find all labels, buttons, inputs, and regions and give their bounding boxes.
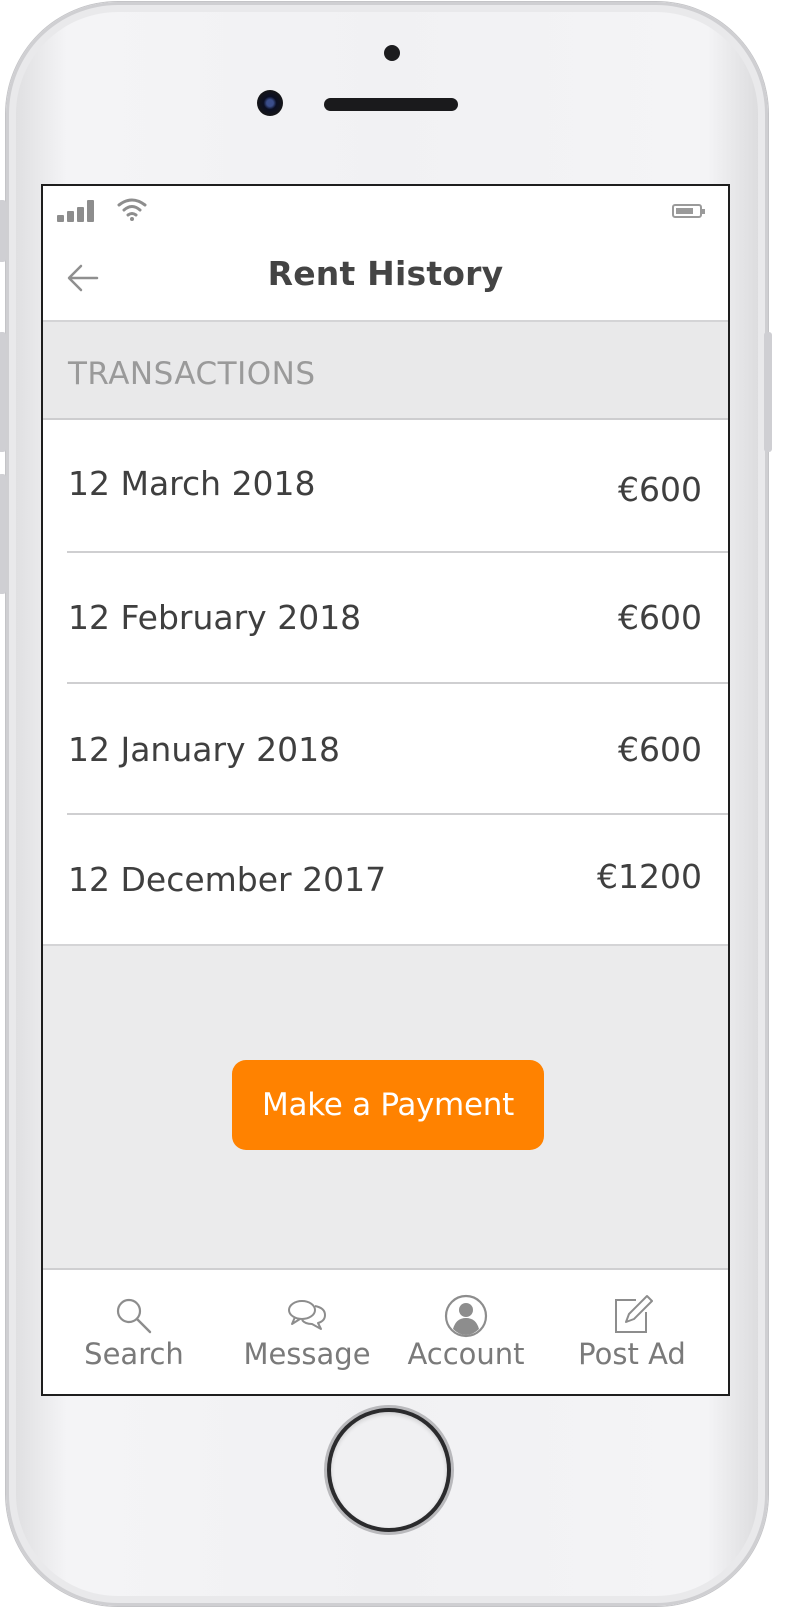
battery-level	[676, 208, 693, 214]
search-icon	[116, 1298, 152, 1334]
transaction-list: 12 March 2018 €600 12 February 2018 €600…	[43, 420, 728, 946]
power-button	[764, 332, 772, 452]
transaction-date: 12 December 2017	[68, 860, 387, 899]
nav-bar: Rent History	[43, 234, 728, 322]
transaction-amount: €600	[618, 730, 702, 769]
volume-up-button	[0, 332, 6, 452]
transaction-row[interactable]: 12 January 2018 €600	[43, 682, 728, 813]
signal-bars-icon	[57, 198, 101, 222]
transaction-date: 12 March 2018	[68, 464, 316, 503]
proximity-sensor	[384, 45, 400, 61]
tab-label: Post Ad	[578, 1337, 686, 1371]
user-avatar-icon	[444, 1294, 488, 1338]
tab-label: Account	[407, 1337, 525, 1371]
transaction-date: 12 February 2018	[68, 598, 362, 637]
mute-switch	[0, 200, 6, 262]
status-bar	[43, 186, 728, 234]
section-title: TRANSACTIONS	[68, 356, 316, 392]
transaction-row[interactable]: 12 March 2018 €600	[43, 420, 728, 551]
home-button[interactable]	[331, 1412, 447, 1528]
earpiece-speaker	[324, 98, 458, 111]
battery-icon	[672, 204, 705, 218]
front-camera	[257, 90, 283, 116]
tab-bar: Search Message Account Post Ad	[43, 1268, 728, 1394]
transaction-date: 12 January 2018	[68, 730, 341, 769]
page-title: Rent History	[267, 254, 504, 293]
tab-label: Search	[84, 1337, 184, 1371]
edit-icon	[615, 1295, 653, 1333]
transaction-amount: €600	[618, 598, 702, 637]
transaction-amount: €1200	[597, 857, 702, 896]
transaction-row[interactable]: 12 December 2017 €1200	[43, 813, 728, 944]
chat-bubbles-icon	[288, 1300, 326, 1330]
section-header: TRANSACTIONS	[43, 322, 728, 420]
tab-post-ad[interactable]: Post Ad	[565, 1270, 699, 1394]
tab-label: Message	[243, 1337, 371, 1371]
tab-message[interactable]: Message	[237, 1270, 377, 1394]
make-payment-button[interactable]: Make a Payment	[232, 1060, 544, 1150]
tab-search[interactable]: Search	[67, 1270, 201, 1394]
app-screen: Rent History TRANSACTIONS 12 March 2018 …	[41, 184, 730, 1396]
volume-down-button	[0, 474, 6, 594]
transaction-row[interactable]: 12 February 2018 €600	[43, 551, 728, 682]
tab-account[interactable]: Account	[397, 1270, 535, 1394]
transaction-amount: €600	[618, 470, 702, 509]
wifi-icon	[117, 198, 147, 221]
